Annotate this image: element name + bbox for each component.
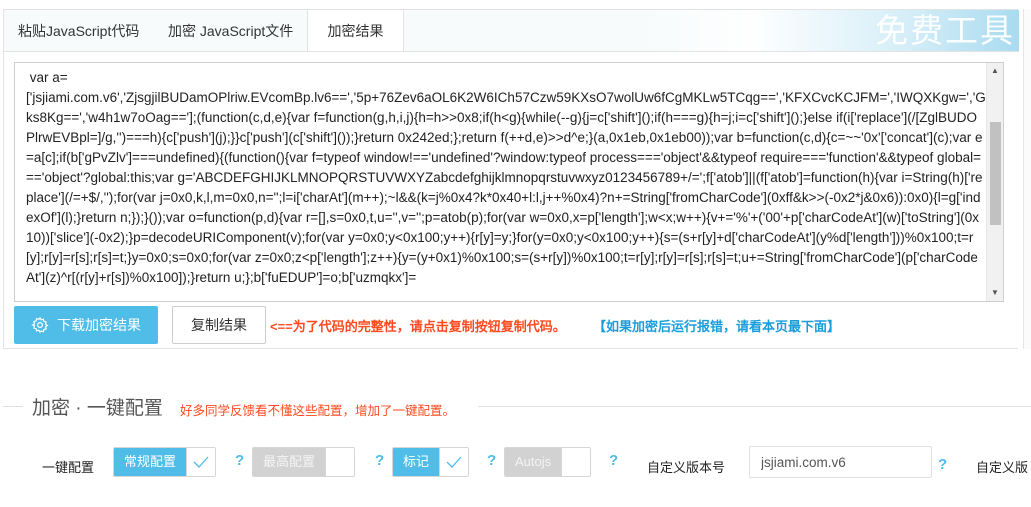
toggle-label: 标记 xyxy=(393,448,440,476)
scroll-up-arrow-icon[interactable]: ▲ xyxy=(987,63,1003,79)
toggle-normal-config[interactable]: 常规配置 xyxy=(113,447,217,477)
section-title: 加密 · 一键配置 xyxy=(32,398,163,419)
help-icon[interactable]: ? xyxy=(235,452,244,469)
toggle-max-config[interactable]: 最高配置 xyxy=(252,447,356,477)
custom-version-label-2: 自定义版 xyxy=(976,460,1029,475)
error-help-link[interactable]: 【如果加密后运行报错，请看本页最下面】 xyxy=(593,316,840,335)
result-textarea[interactable]: var a= ['jsjiami.com.v6','ZjsgjilBUDamOP… xyxy=(14,62,1004,302)
checkbox[interactable] xyxy=(439,448,469,476)
custom-version-input[interactable] xyxy=(749,446,932,478)
checkbox[interactable] xyxy=(561,448,591,476)
tab-encrypt-result[interactable]: 加密结果 xyxy=(307,10,404,51)
tab-paste-code[interactable]: 粘贴JavaScript代码 xyxy=(4,10,153,51)
help-icon[interactable]: ? xyxy=(375,452,384,469)
custom-version-label: 自定义版本号 xyxy=(647,460,726,475)
section-subtitle: 好多同学反馈看不懂这些配置，增加了一键配置。 xyxy=(180,404,456,418)
brand-watermark: 免费工具 xyxy=(875,11,1015,50)
checkmark-icon xyxy=(193,456,209,468)
toggle-mark[interactable]: 标记 xyxy=(392,447,470,477)
checkmark-icon xyxy=(446,456,462,468)
copy-result-button[interactable]: 复制结果 xyxy=(172,306,266,344)
scroll-down-arrow-icon[interactable]: ▼ xyxy=(987,285,1003,301)
tab-encrypt-file[interactable]: 加密 JavaScript文件 xyxy=(154,10,307,51)
checkbox[interactable] xyxy=(186,448,216,476)
divider-right xyxy=(478,406,1031,407)
checkbox[interactable] xyxy=(325,448,355,476)
help-icon[interactable]: ? xyxy=(938,456,947,473)
help-icon[interactable]: ? xyxy=(487,452,496,469)
scroll-thumb[interactable] xyxy=(990,122,1001,225)
tab-bar: 粘贴JavaScript代码 加密 JavaScript文件 加密结果 免费工具 xyxy=(4,10,1019,52)
toggle-label: 常规配置 xyxy=(114,448,187,476)
toggle-label: 最高配置 xyxy=(253,448,326,476)
copy-hint: <==为了代码的完整性，请点击复制按钮复制代码。 xyxy=(270,319,566,334)
encrypted-code: var a= ['jsjiami.com.v6','ZjsgjilBUDamOP… xyxy=(26,70,986,285)
download-result-button[interactable]: 下载加密结果 xyxy=(14,306,158,344)
encrypt-panel: 粘贴JavaScript代码 加密 JavaScript文件 加密结果 免费工具… xyxy=(3,9,1019,349)
one-click-config-label: 一键配置 xyxy=(42,460,95,475)
toggle-autojs[interactable]: Autojs xyxy=(504,447,592,477)
side-panel-edge xyxy=(1023,9,1031,349)
divider-left xyxy=(3,406,23,407)
help-icon[interactable]: ? xyxy=(609,452,618,469)
vertical-scrollbar[interactable]: ▲ ▼ xyxy=(986,63,1003,301)
gear-icon xyxy=(31,316,49,334)
toggle-label: Autojs xyxy=(505,448,562,476)
download-label: 下载加密结果 xyxy=(57,317,141,333)
